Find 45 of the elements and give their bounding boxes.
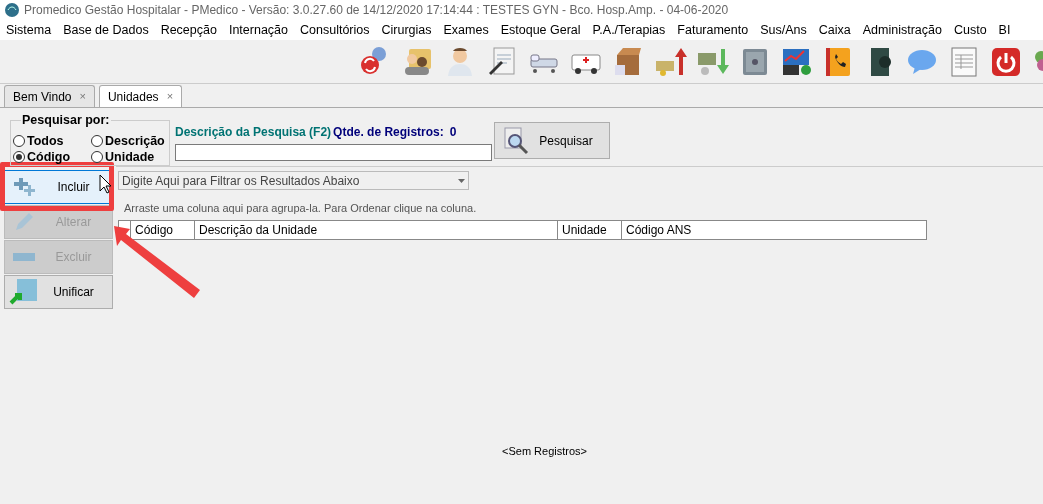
description-label: Descrição da Pesquisa (F2) — [175, 124, 332, 141]
column-header[interactable]: Unidade — [558, 220, 622, 239]
empty-message: <Sem Registros> — [502, 444, 587, 459]
group-hint: Arraste uma coluna aqui para agrupa-la. Para Ordenar clique na coluna. — [124, 201, 478, 216]
tab[interactable]: Bem Vindo × — [4, 85, 95, 107]
minus-icon — [13, 253, 35, 261]
plus-icon — [11, 177, 37, 197]
search-field[interactable] — [175, 144, 492, 161]
magnifier-icon — [501, 125, 531, 156]
action-button[interactable]: Unificar — [4, 275, 113, 309]
radio-option[interactable]: Código — [13, 149, 91, 165]
search-button[interactable]: Pesquisar — [494, 122, 610, 159]
menu-item[interactable]: Faturamento — [671, 20, 755, 40]
group-label: Pesquisar por: — [21, 114, 111, 127]
pencil-icon — [13, 211, 35, 233]
menu-item[interactable]: Recepção — [154, 20, 223, 40]
tab[interactable]: Unidades × — [98, 85, 183, 107]
app-logo-icon — [4, 2, 20, 18]
menu-item[interactable]: Sistema — [0, 20, 58, 40]
menu-item[interactable]: Estoque Geral — [494, 20, 587, 40]
close-icon[interactable]: × — [166, 88, 174, 105]
cursor-icon — [99, 174, 112, 194]
menu-item[interactable]: Administração — [856, 20, 948, 40]
column-header[interactable]: Código ANS — [622, 220, 926, 239]
radio-option[interactable]: Todos — [13, 133, 91, 149]
column-header[interactable]: Descrição da Unidade — [195, 220, 558, 239]
count-value: 0 — [449, 124, 457, 141]
filter-dropdown[interactable]: Digite Aqui para Filtrar os Resultados Abaixo — [118, 171, 469, 190]
menu-item[interactable]: P.A./Terapias — [586, 20, 672, 40]
menu-item[interactable]: Caixa — [812, 20, 857, 40]
count-label: Qtde. de Registros: — [333, 124, 444, 141]
menu-item[interactable]: Base de Dados — [57, 20, 155, 40]
menu-item[interactable]: Exames — [437, 20, 495, 40]
close-icon[interactable]: × — [79, 88, 86, 105]
radio-option[interactable]: Unidade — [91, 149, 169, 165]
menu-item[interactable]: Custo — [947, 20, 993, 40]
window-title: Promedico Gestão Hospitalar - PMedico - Versão: 3.0.27.60 de 14/12/2020 17:14:44 : TESTES GYN - Bco. Hosp.Amp. - 04-06-2020 — [24, 2, 729, 19]
menu-item[interactable]: Sus/Ans — [754, 20, 813, 40]
menu-item[interactable]: Cirurgias — [375, 20, 438, 40]
menu-item[interactable]: BI — [992, 20, 1017, 40]
folder-icon — [9, 277, 39, 307]
menu-item[interactable]: Internação — [222, 20, 294, 40]
radio-option[interactable]: Descrição — [91, 133, 169, 149]
menu-item[interactable]: Consultórios — [294, 20, 376, 40]
dropdown-caret-icon — [458, 178, 465, 183]
